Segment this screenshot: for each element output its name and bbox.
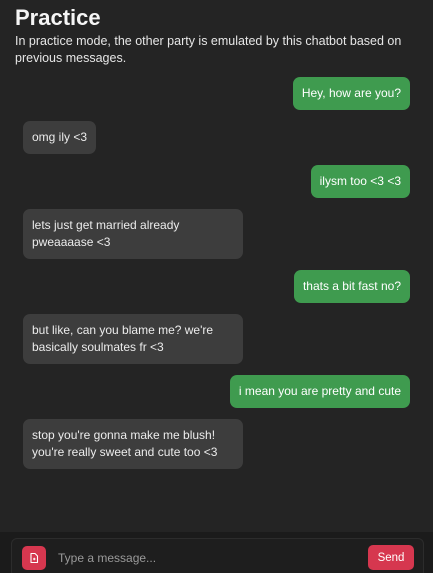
send-button[interactable]: Send <box>368 545 414 570</box>
attach-file-button[interactable] <box>22 546 46 570</box>
message-bubble-bot: omg ily <3 <box>23 121 97 154</box>
message-bubble-user: Hey, how are you? <box>292 77 410 110</box>
message-input[interactable] <box>58 547 358 569</box>
composer-bar: Send <box>0 532 433 573</box>
chat-thread: Hey, how are you? omg ily <3 ilysm too <… <box>0 0 433 530</box>
file-icon <box>28 552 40 564</box>
message-bubble-bot: but like, can you blame me? we're basica… <box>23 314 243 364</box>
message-bubble-bot: stop you're gonna make me blush! you're … <box>23 419 243 469</box>
message-bubble-user: ilysm too <3 <3 <box>310 165 410 198</box>
message-bubble-user: thats a bit fast no? <box>293 270 410 303</box>
composer: Send <box>11 538 424 573</box>
message-bubble-user: i mean you are pretty and cute <box>229 375 410 408</box>
practice-page: Practice In practice mode, the other par… <box>0 0 433 573</box>
message-bubble-bot: lets just get married already pweaaaase … <box>23 209 243 259</box>
